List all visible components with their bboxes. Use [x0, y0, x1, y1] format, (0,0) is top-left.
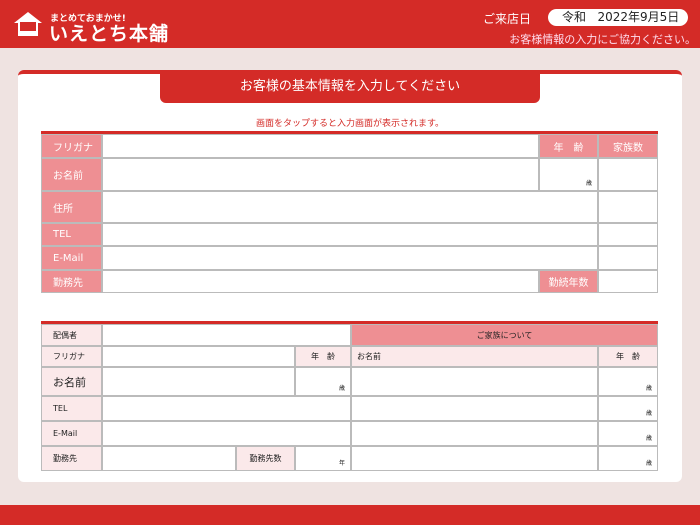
family-age-input[interactable]: 歳 [598, 367, 658, 396]
label-spouse-name: お名前 [41, 367, 102, 396]
form-title: お客様の基本情報を入力してください [160, 70, 540, 103]
family-age-input[interactable]: 歳 [598, 396, 658, 421]
app-header: まとめておまかせ! いえとち本舗 ご来店日 令和 2022年9月5日 お客様情報… [0, 0, 700, 48]
label-family-name: お名前 [351, 346, 598, 367]
age-unit: 歳 [585, 180, 592, 187]
label-spouse-years: 勤務先数 [236, 446, 295, 471]
family-name-input[interactable] [351, 396, 598, 421]
footer-bar [0, 505, 700, 525]
spouse-furigana-input[interactable] [102, 346, 295, 367]
age-unit: 歳 [645, 460, 652, 467]
label-workplace: 勤務先 [41, 270, 102, 293]
spouse-name-input[interactable] [102, 367, 295, 396]
form-hint: 画面をタップすると入力画面が表示されます。 [255, 119, 445, 129]
label-age: 年 齢 [539, 134, 598, 158]
family-cell[interactable] [598, 191, 658, 223]
spouse-tel-input[interactable] [102, 396, 351, 421]
label-spouse-workplace: 勤務先 [41, 446, 102, 471]
age-unit: 歳 [645, 385, 652, 392]
spouse-email-input[interactable] [102, 421, 351, 446]
label-family-count: 家族数 [598, 134, 658, 158]
family-header: ご家族について [351, 324, 658, 346]
spouse-years-input[interactable]: 年 [295, 446, 351, 471]
age-unit: 歳 [645, 410, 652, 417]
family-cell[interactable] [598, 223, 658, 246]
brand-name: いえとち本舗 [49, 23, 170, 45]
name-input[interactable] [102, 158, 539, 191]
tel-input[interactable] [102, 223, 598, 246]
furigana-input[interactable] [102, 134, 539, 158]
label-tel: TEL [41, 223, 102, 246]
spouse-age-input[interactable]: 歳 [295, 367, 351, 396]
date: 2022年9月5日 [597, 10, 680, 24]
label-spouse-age: 年 齢 [295, 346, 351, 367]
label-address: 住所 [41, 191, 102, 223]
age-unit: 歳 [338, 385, 345, 392]
age-input[interactable]: 歳 [539, 158, 598, 191]
label-spouse-furigana: フリガナ [41, 346, 102, 367]
workplace-input[interactable] [102, 270, 539, 293]
family-name-input[interactable] [351, 367, 598, 396]
family-age-input[interactable]: 歳 [598, 421, 658, 446]
label-spouse-tel: TEL [41, 396, 102, 421]
label-years-employed: 勤続年数 [539, 270, 598, 293]
years-employed-input[interactable] [598, 270, 658, 293]
label-spouse-email: E-Mail [41, 421, 102, 446]
label-spouse: 配偶者 [41, 324, 102, 346]
year-unit: 年 [338, 460, 345, 467]
house-logo-icon [14, 12, 42, 36]
family-name-input[interactable] [351, 446, 598, 471]
visit-date-field[interactable]: 令和 2022年9月5日 [548, 9, 688, 26]
family-count-input[interactable] [598, 158, 658, 191]
label-family-age: 年 齢 [598, 346, 658, 367]
family-age-input[interactable]: 歳 [598, 446, 658, 471]
spouse-input[interactable] [102, 324, 351, 346]
label-email: E-Mail [41, 246, 102, 270]
email-input[interactable] [102, 246, 598, 270]
era: 令和 [562, 10, 587, 24]
family-cell[interactable] [598, 246, 658, 270]
label-name: お名前 [41, 158, 102, 191]
age-unit: 歳 [645, 435, 652, 442]
address-input[interactable] [102, 191, 598, 223]
label-furigana: フリガナ [41, 134, 102, 158]
header-subtitle: お客様情報の入力にご協力ください。 [509, 33, 696, 46]
spouse-workplace-input[interactable] [102, 446, 236, 471]
visit-date-label: ご来店日 [483, 12, 532, 26]
family-name-input[interactable] [351, 421, 598, 446]
